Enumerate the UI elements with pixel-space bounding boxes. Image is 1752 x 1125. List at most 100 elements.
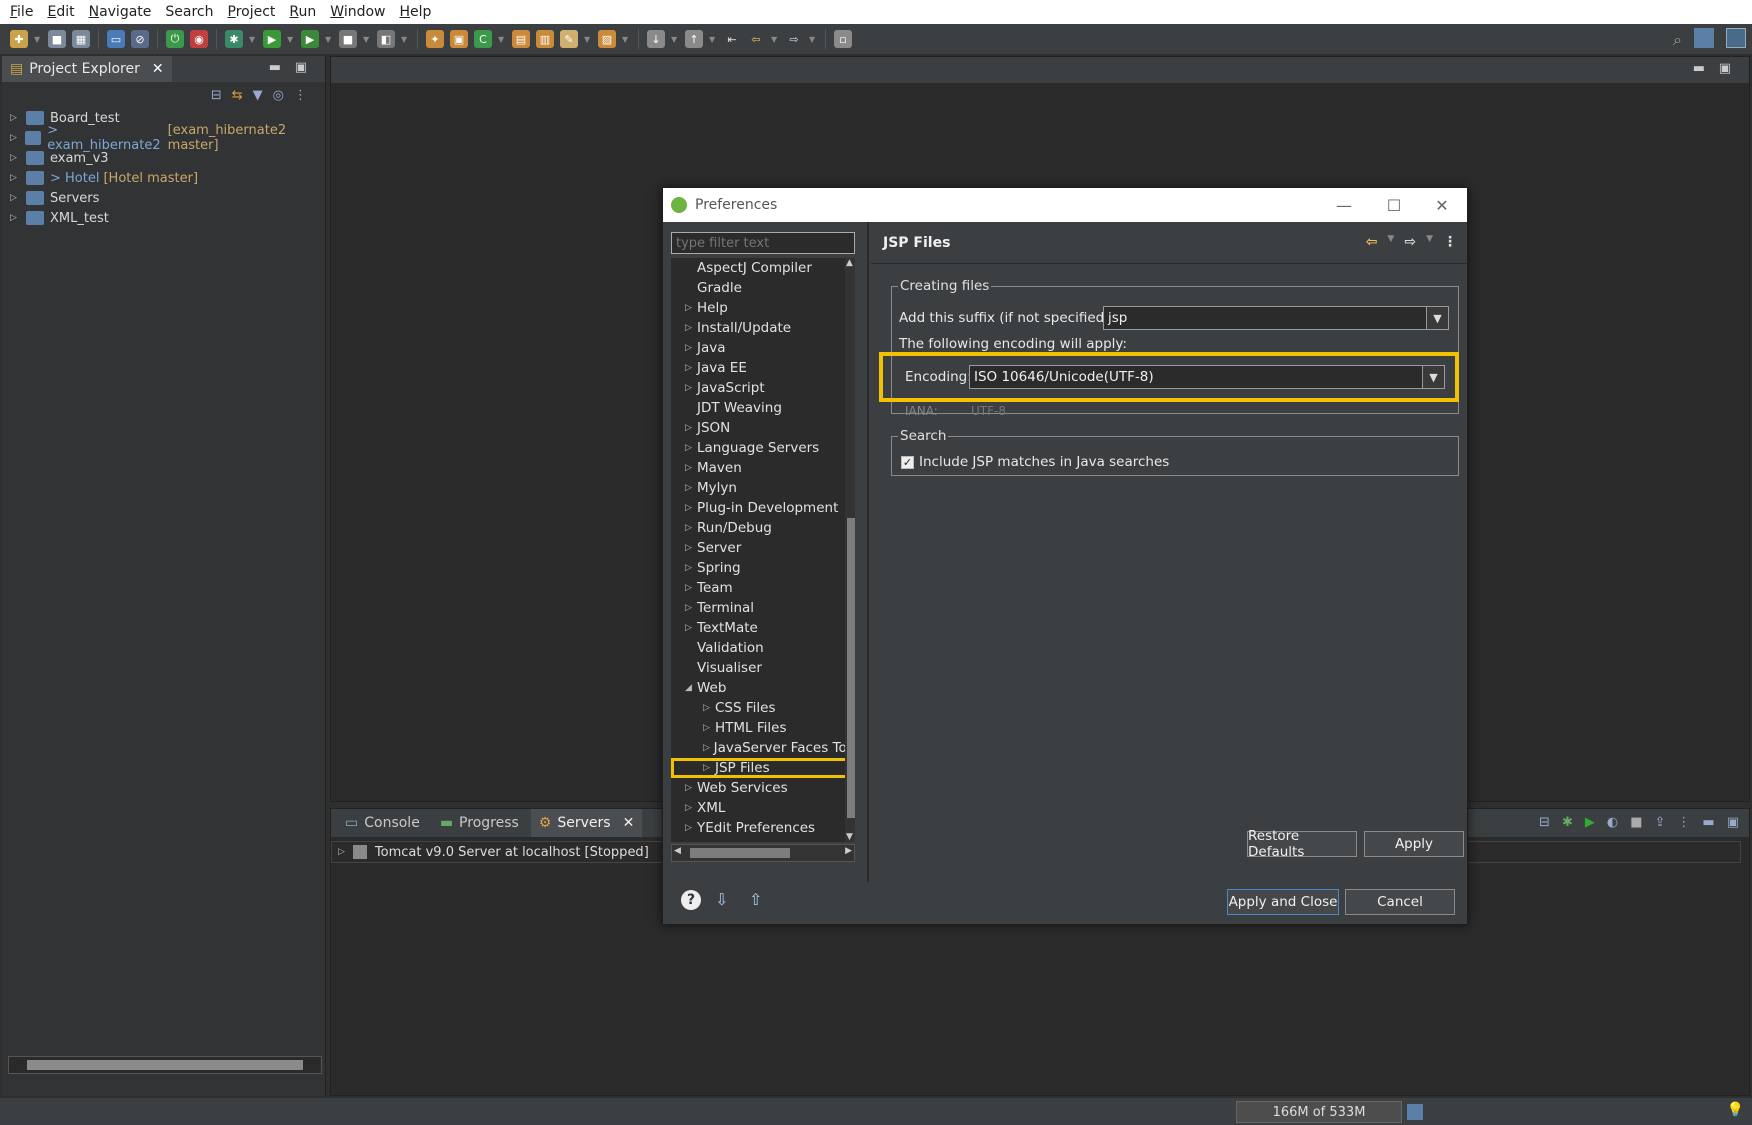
help-icon[interactable]: ? <box>681 890 701 910</box>
expand-arrow-icon[interactable]: ▷ <box>681 303 697 313</box>
search-icon[interactable]: ⌕ <box>1673 30 1682 50</box>
view-menu-icon[interactable]: ⋮ <box>1677 815 1690 830</box>
close-icon[interactable]: ✕ <box>152 61 164 77</box>
menu-file[interactable]: File <box>10 4 33 20</box>
scrollbar-thumb[interactable] <box>27 1060 303 1070</box>
expand-arrow-icon[interactable]: ▷ <box>681 583 697 593</box>
chevron-down-icon[interactable]: ▼ <box>1426 307 1448 329</box>
pref-item-spring[interactable]: ▷ Spring <box>671 558 855 578</box>
close-window-icon[interactable]: ✕ <box>1419 192 1465 218</box>
scroll-left-icon[interactable]: ◀ <box>674 846 681 856</box>
expand-arrow-icon[interactable]: ▷ <box>681 543 697 553</box>
dropdown-icon[interactable]: ▼ <box>709 30 717 48</box>
forward-dropdown-icon[interactable]: ▼ <box>1426 234 1433 250</box>
maximize-icon[interactable]: ▣ <box>295 60 307 75</box>
scrollbar-thumb[interactable] <box>847 518 855 818</box>
pref-item-mylyn[interactable]: ▷ Mylyn <box>671 478 855 498</box>
menu-window[interactable]: Window <box>330 4 385 20</box>
save-icon[interactable]: ■ <box>48 30 66 48</box>
suffix-combo[interactable]: jsp ▼ <box>1103 306 1449 330</box>
expand-arrow-icon[interactable]: ▷ <box>681 323 697 333</box>
maximize-icon[interactable]: ▣ <box>1727 815 1739 830</box>
expand-arrow-icon[interactable]: ▷ <box>681 483 697 493</box>
coverage-icon[interactable]: ◧ <box>377 30 395 48</box>
expand-arrow-icon[interactable]: ▷ <box>10 173 22 183</box>
vertical-scrollbar[interactable]: ▲ ▼ <box>845 258 855 842</box>
search-tool-icon[interactable]: ✎ <box>560 30 578 48</box>
pref-item-json[interactable]: ▷ JSON <box>671 418 855 438</box>
new-project-icon[interactable]: ✦ <box>426 30 444 48</box>
horizontal-scrollbar[interactable] <box>8 1056 322 1074</box>
expand-arrow-icon[interactable]: ▷ <box>681 623 697 633</box>
start-server-icon[interactable]: ▶ <box>1585 815 1595 830</box>
horizontal-scrollbar[interactable]: ◀ ▶ <box>671 844 855 862</box>
pref-item-xml[interactable]: ▷ XML <box>671 798 855 818</box>
link-with-editor-icon[interactable]: ⇆ <box>232 88 243 103</box>
skip-breakpoints-icon[interactable]: ⊘ <box>131 30 149 48</box>
scroll-up-icon[interactable]: ▲ <box>846 258 853 268</box>
java-ee-perspective-icon[interactable] <box>1726 28 1746 48</box>
apply-button[interactable]: Apply <box>1364 831 1464 857</box>
expand-arrow-icon[interactable]: ▷ <box>681 523 697 533</box>
pref-item-server[interactable]: ▷ Server <box>671 538 855 558</box>
scroll-right-icon[interactable]: ▶ <box>845 846 852 856</box>
expand-arrow-icon[interactable]: ▷ <box>10 133 21 143</box>
garbage-collect-icon[interactable] <box>1407 1104 1423 1120</box>
forward-icon[interactable]: ⇨ <box>1404 234 1416 250</box>
pref-item-textmate[interactable]: ▷ TextMate <box>671 618 855 638</box>
pref-item-help[interactable]: ▷ Help <box>671 298 855 318</box>
expand-arrow-icon[interactable]: ▷ <box>699 723 715 733</box>
view-menu-icon[interactable]: ⋮ <box>294 88 307 103</box>
project-servers[interactable]: ▷ Servers <box>2 188 325 208</box>
filter-input[interactable] <box>671 232 855 254</box>
back-icon[interactable]: ⇦ <box>1366 234 1378 250</box>
pref-item-javaserver-faces-too[interactable]: ▷ JavaServer Faces Too <box>671 738 855 758</box>
pref-item-aspectj-compiler[interactable]: AspectJ Compiler <box>671 258 855 278</box>
tab-progress[interactable]: ▬ Progress <box>432 809 527 837</box>
tab-project-explorer[interactable]: ▤ Project Explorer ✕ <box>2 56 172 82</box>
apply-and-close-button[interactable]: Apply and Close <box>1227 889 1339 915</box>
close-icon[interactable]: ✕ <box>623 815 635 831</box>
pref-item-install-update[interactable]: ▷ Install/Update <box>671 318 855 338</box>
pref-item-web[interactable]: ◢ Web <box>671 678 855 698</box>
expand-arrow-icon[interactable]: ▷ <box>681 603 697 613</box>
include-jsp-label[interactable]: Include JSP matches in Java searches <box>919 454 1169 470</box>
collapse-icon[interactable]: ⊟ <box>1539 815 1550 830</box>
pref-item-jsp-files[interactable]: ▷ JSP Files <box>671 758 855 778</box>
focus-icon[interactable]: ◎ <box>273 88 284 103</box>
project-hotel[interactable]: ▷ > Hotel [Hotel master] <box>2 168 325 188</box>
scrollbar-thumb[interactable] <box>690 848 790 858</box>
expand-arrow-icon[interactable]: ▷ <box>681 823 697 833</box>
export-icon[interactable]: ⇧ <box>749 890 762 909</box>
expand-arrow-icon[interactable]: ▷ <box>699 703 715 713</box>
new-class-icon[interactable]: C <box>474 30 492 48</box>
expand-arrow-icon[interactable]: ▷ <box>10 153 22 163</box>
pref-item-yedit-preferences[interactable]: ▷ YEdit Preferences <box>671 818 855 838</box>
cancel-button[interactable]: Cancel <box>1345 889 1455 915</box>
pref-item-javascript[interactable]: ▷ JavaScript <box>671 378 855 398</box>
terminal-icon[interactable]: ▭ <box>107 30 125 48</box>
dropdown-icon[interactable]: ▼ <box>249 30 257 48</box>
new-package-icon[interactable]: ▣ <box>450 30 468 48</box>
menu-navigate[interactable]: Navigate <box>89 4 152 20</box>
restore-defaults-button[interactable]: Restore Defaults <box>1247 828 1357 860</box>
minimize-icon[interactable]: ▬ <box>269 60 281 75</box>
pref-item-plug-in-development[interactable]: ▷ Plug-in Development <box>671 498 855 518</box>
chevron-down-icon[interactable]: ▼ <box>1422 366 1444 388</box>
dropdown-icon[interactable]: ▼ <box>34 30 42 48</box>
dropdown-icon[interactable]: ▼ <box>325 30 333 48</box>
open-task-icon[interactable]: ▥ <box>536 30 554 48</box>
last-edit-icon[interactable]: ⇤ <box>723 30 741 48</box>
tab-console[interactable]: ▭ Console <box>337 809 428 837</box>
expand-arrow-icon[interactable]: ▷ <box>699 763 715 773</box>
new-icon[interactable]: ✚ <box>10 30 28 48</box>
expand-arrow-icon[interactable]: ▷ <box>10 213 22 223</box>
dropdown-icon[interactable]: ▼ <box>287 30 295 48</box>
stop-server-icon[interactable]: ■ <box>1630 815 1642 830</box>
scroll-down-icon[interactable]: ▼ <box>846 832 853 842</box>
lightbulb-icon[interactable]: 💡 <box>1727 1102 1744 1118</box>
expand-arrow-icon[interactable]: ▷ <box>681 563 697 573</box>
back-dropdown-icon[interactable]: ▼ <box>1387 234 1394 250</box>
pref-item-java-ee[interactable]: ▷ Java EE <box>671 358 855 378</box>
stop-icon[interactable]: ■ <box>339 30 357 48</box>
